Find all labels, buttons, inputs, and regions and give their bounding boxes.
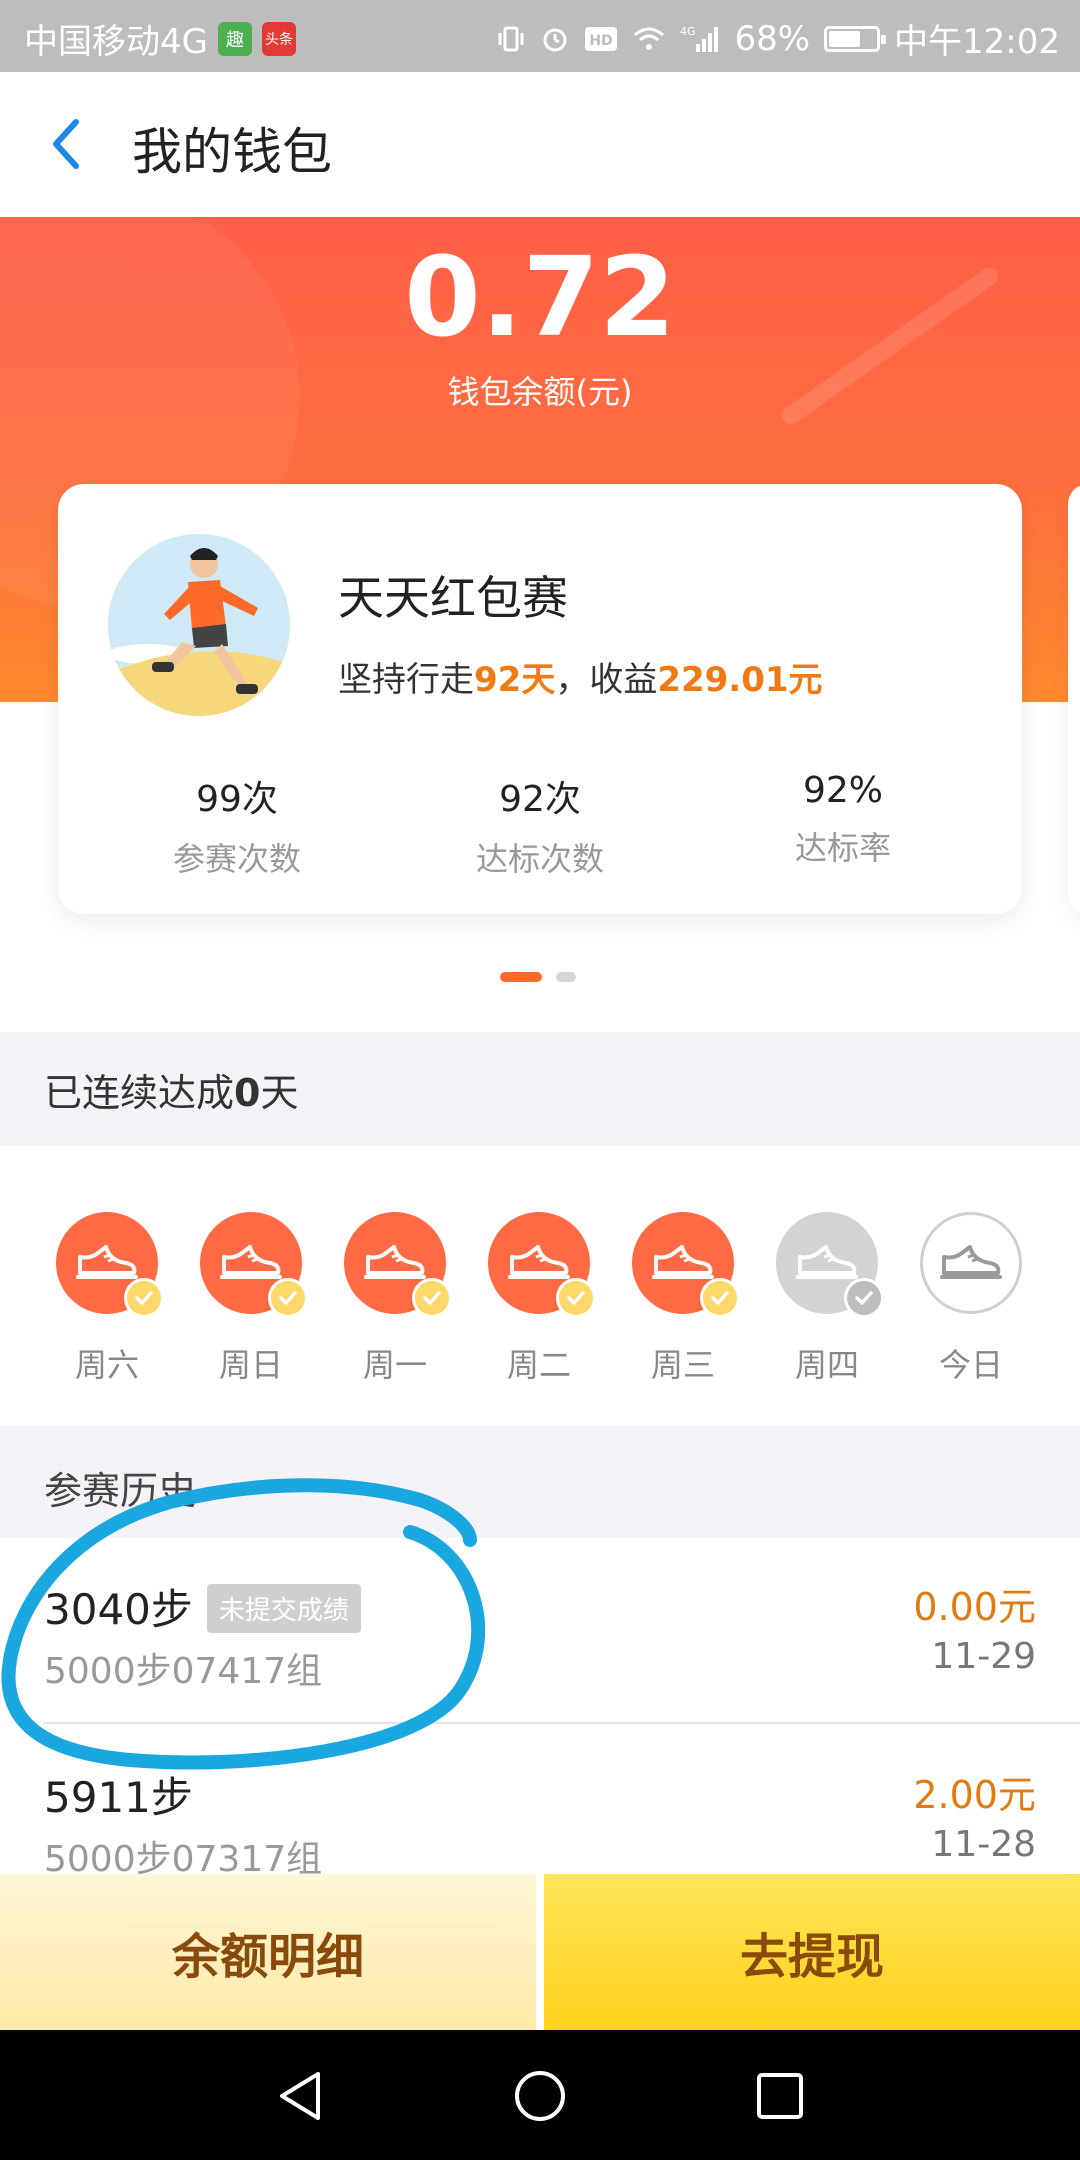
system-nav-bar xyxy=(0,2030,1080,2160)
row-date: 11-28 xyxy=(931,1824,1036,1865)
sneaker-icon xyxy=(796,1245,858,1279)
day-label: 周二 xyxy=(506,1346,571,1384)
week-progress: 周六 周日 周一 周二 周三 周四 今日 xyxy=(0,1146,1080,1426)
day-item: 周二 xyxy=(484,1212,596,1386)
day-item: 今日 xyxy=(916,1212,1026,1386)
history-section-header: 参赛历史 xyxy=(0,1426,1080,1538)
day-circle xyxy=(632,1212,740,1318)
signal-icon: 4G xyxy=(680,24,720,54)
back-arrow-icon xyxy=(53,119,79,169)
hd-icon: HD xyxy=(584,25,618,53)
row-group: 5000步07417组 xyxy=(44,1651,323,1692)
challenge-title: 天天红包赛 xyxy=(338,571,568,625)
day-circle xyxy=(776,1212,884,1318)
day-circle xyxy=(200,1212,308,1318)
day-label: 周一 xyxy=(362,1346,427,1384)
row-amount: 0.00元 xyxy=(913,1585,1036,1629)
carousel-indicator xyxy=(500,972,576,982)
earnings: 229.01元 xyxy=(657,660,823,700)
row-steps: 5911步 xyxy=(44,1773,193,1822)
day-label: 周六 xyxy=(74,1346,139,1384)
carrier-label: 中国移动4G xyxy=(24,22,208,62)
stat-label: 达标率 xyxy=(794,829,891,867)
day-label: 周四 xyxy=(794,1346,859,1384)
balance-detail-button[interactable]: 余额明细 xyxy=(0,1874,536,2030)
stat-reached: 92次 达标次数 xyxy=(395,770,685,880)
wifi-icon xyxy=(632,25,666,53)
next-card-peek[interactable] xyxy=(1068,484,1080,914)
app-header: 我的钱包 xyxy=(0,72,1080,217)
sneaker-icon xyxy=(76,1245,138,1279)
status-bar: 中国移动4G 趣 头条 HD 4G 68% 中午12:02 xyxy=(0,0,1080,72)
nav-back-button[interactable] xyxy=(272,2068,328,2124)
triangle-back-icon xyxy=(280,2072,320,2120)
row-amount: 2.00元 xyxy=(913,1773,1036,1817)
circle-home-icon xyxy=(515,2071,565,2121)
vibrate-icon xyxy=(496,24,526,54)
streak-text: 已连续达成0天 xyxy=(44,1071,299,1115)
sneaker-icon xyxy=(940,1245,1002,1279)
row-steps: 3040步 未提交成绩 xyxy=(44,1576,361,1637)
check-icon xyxy=(412,1278,452,1318)
check-icon xyxy=(124,1278,164,1318)
walk-days: 92天 xyxy=(474,660,556,700)
streak-count: 0 xyxy=(234,1071,261,1115)
sneaker-icon xyxy=(508,1245,570,1279)
stat-value: 92次 xyxy=(499,779,581,820)
status-badge: 未提交成绩 xyxy=(206,1584,361,1633)
alarm-icon xyxy=(540,24,570,54)
battery-icon xyxy=(824,25,887,52)
day-label: 周三 xyxy=(650,1346,715,1384)
page-dot xyxy=(556,972,576,982)
wallet-balance: 0.72 xyxy=(404,233,676,361)
day-item: 周日 xyxy=(196,1212,308,1386)
check-icon xyxy=(556,1278,596,1318)
sneaker-icon xyxy=(652,1245,714,1279)
day-label: 周日 xyxy=(218,1346,283,1384)
day-item: 周三 xyxy=(628,1212,740,1386)
day-circle xyxy=(344,1212,452,1318)
page-title: 我的钱包 xyxy=(132,123,332,181)
check-icon xyxy=(844,1278,884,1318)
day-item: 周六 xyxy=(52,1212,164,1386)
stat-label: 参赛次数 xyxy=(172,840,301,878)
withdraw-button[interactable]: 去提现 xyxy=(544,1874,1080,2030)
challenge-summary: 坚持行走92天，收益229.01元 xyxy=(338,660,823,700)
day-circle xyxy=(920,1212,1022,1314)
square-recents-icon xyxy=(757,2073,803,2119)
nav-home-button[interactable] xyxy=(512,2068,568,2124)
day-circle xyxy=(488,1212,596,1318)
network-type: 4G xyxy=(680,25,696,38)
svg-text:HD: HD xyxy=(590,33,613,49)
clock: 中午12:02 xyxy=(894,22,1060,62)
day-item: 周四 xyxy=(772,1212,884,1386)
sneaker-icon xyxy=(220,1245,282,1279)
wallet-balance-label: 钱包余额(元) xyxy=(447,373,633,411)
stat-value: 99次 xyxy=(196,779,278,820)
challenge-card[interactable]: 天天红包赛 坚持行走92天，收益229.01元 99次 参赛次数 92次 达标次… xyxy=(58,484,1022,914)
page-dot-active xyxy=(500,972,542,982)
stat-participations: 99次 参赛次数 xyxy=(92,770,382,880)
runner-illustration xyxy=(108,534,290,716)
stat-rate: 92% 达标率 xyxy=(698,770,988,869)
stat-label: 达标次数 xyxy=(475,840,604,878)
news-app-badge-icon: 头条 xyxy=(261,21,296,56)
nav-recents-button[interactable] xyxy=(752,2068,808,2124)
check-icon xyxy=(700,1278,740,1318)
day-label: 今日 xyxy=(938,1346,1003,1384)
back-button[interactable] xyxy=(40,112,100,172)
battery-percent: 68% xyxy=(734,18,811,59)
sneaker-icon xyxy=(364,1245,426,1279)
stat-value: 92% xyxy=(802,770,883,811)
history-title: 参赛历史 xyxy=(44,1469,197,1513)
bottom-action-bar: 余额明细 去提现 xyxy=(0,1874,1080,2030)
history-row[interactable]: 3040步 未提交成绩 5000步07417组 0.00元 11-29 xyxy=(0,1538,1080,1724)
day-circle xyxy=(56,1212,164,1318)
app-badge-icon: 趣 xyxy=(217,21,252,56)
streak-section-header: 已连续达成0天 xyxy=(0,1032,1080,1146)
day-item: 周一 xyxy=(340,1212,452,1386)
row-date: 11-29 xyxy=(931,1636,1036,1677)
check-icon xyxy=(268,1278,308,1318)
